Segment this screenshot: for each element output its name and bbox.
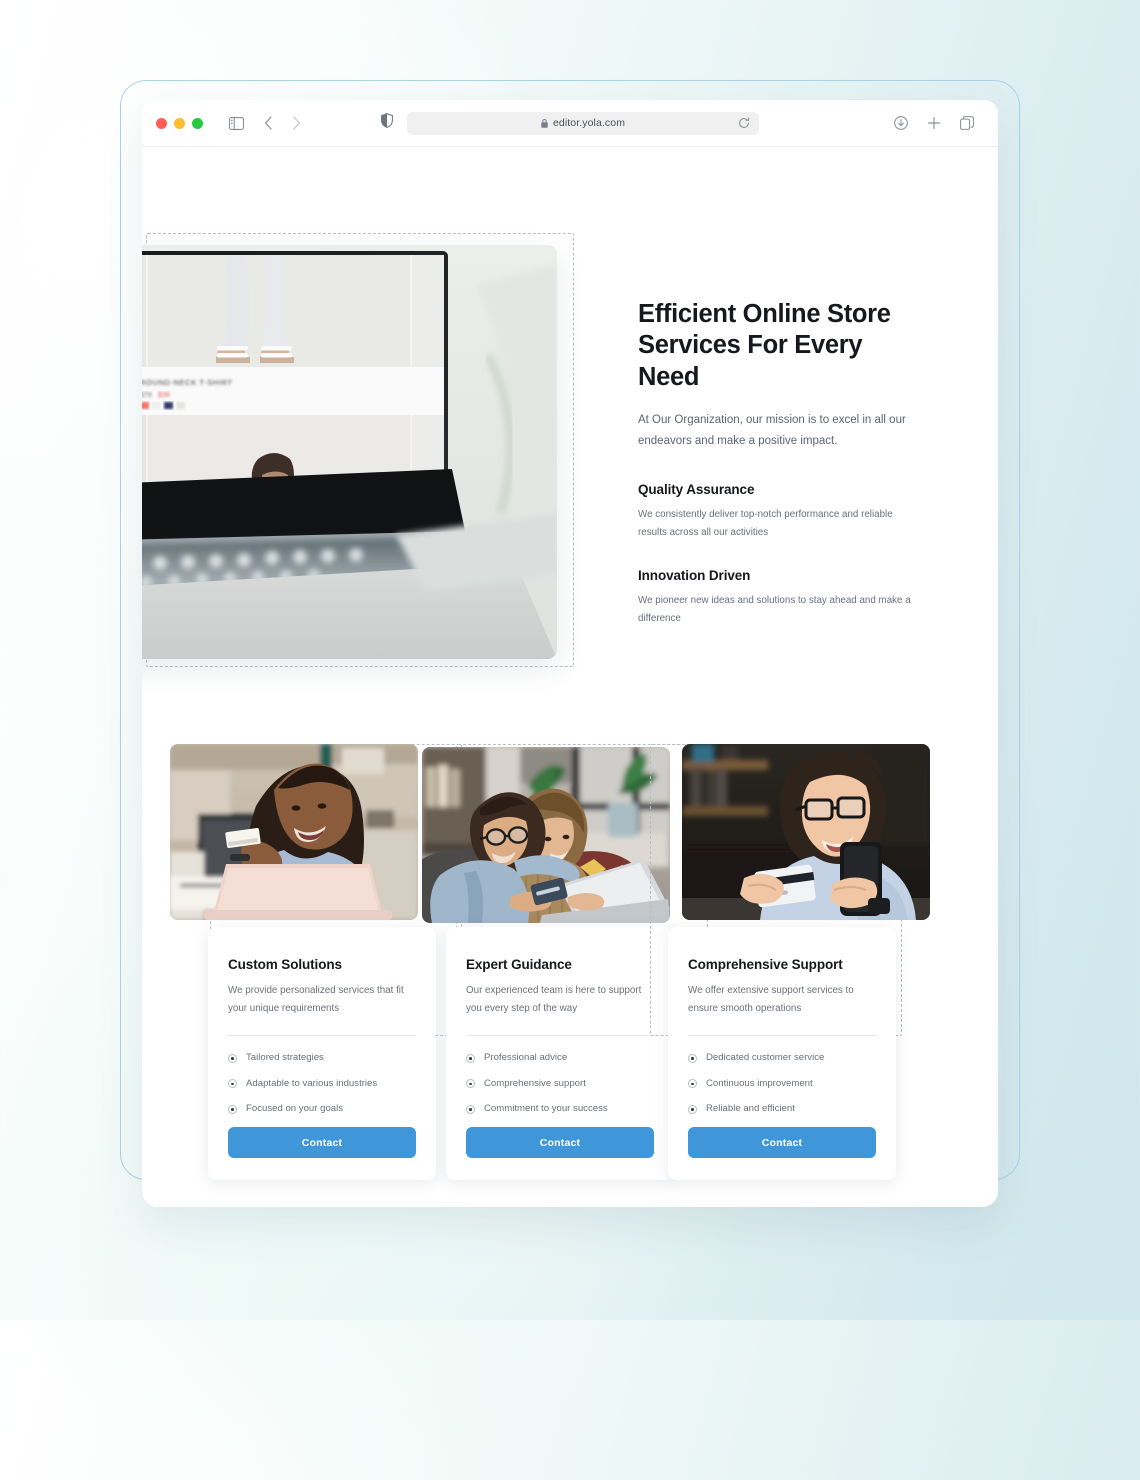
svg-text:$39: $39 (158, 392, 170, 399)
toolbar-actions (890, 112, 978, 134)
card-description: We offer extensive support services to e… (688, 985, 854, 1015)
list-item-label: Adaptable to various industries (246, 1077, 378, 1089)
divider (466, 1035, 654, 1037)
card-title: Comprehensive Support (688, 957, 843, 972)
feature-quality-assurance: Quality Assurance We consistently delive… (638, 482, 928, 542)
hero-image[interactable]: ROUND-NECK T-SHIRT $79 $39 (142, 245, 557, 659)
hero-title-line-2: Services For Every Need (638, 331, 863, 391)
card-expert-guidance: Expert Guidance Our experienced team is … (416, 744, 708, 1184)
address-bar[interactable]: editor.yola.com (407, 111, 759, 135)
contact-button[interactable]: Contact (466, 1127, 654, 1159)
plus-icon[interactable] (923, 112, 945, 134)
card-body: Custom Solutions We provide personalized… (208, 927, 436, 1181)
back-button[interactable] (257, 112, 279, 134)
contact-button[interactable]: Contact (228, 1127, 416, 1159)
tab-overview-icon[interactable] (956, 112, 978, 134)
bullet-icon (228, 1079, 237, 1089)
list-item-label: Commitment to your success (484, 1103, 608, 1114)
bullet-icon (688, 1104, 697, 1114)
list-item: Commitment to your success (466, 1102, 654, 1116)
browser-toolbar: editor.yola.com (142, 100, 998, 147)
list-item: Comprehensive support (466, 1077, 654, 1091)
list-item-label: Professional advice (484, 1052, 568, 1064)
list-item: Reliable and efficient (688, 1102, 876, 1116)
bullet-icon (688, 1079, 697, 1089)
card-feature-list: Tailored strategies Adaptable to various… (228, 1051, 416, 1116)
list-item-label: Tailored strategies (246, 1052, 324, 1064)
card-image[interactable] (422, 747, 670, 923)
contact-button[interactable]: Contact (688, 1127, 876, 1159)
card-description: We provide personalized services that fi… (228, 985, 404, 1015)
list-item: Tailored strategies (228, 1051, 416, 1065)
bullet-icon (466, 1053, 475, 1063)
page-canvas: ROUND-NECK T-SHIRT $79 $39 (142, 147, 998, 1207)
card-image[interactable] (682, 744, 930, 920)
card-body: Expert Guidance Our experienced team is … (446, 927, 674, 1181)
list-item-label: Continuous improvement (706, 1077, 813, 1089)
list-item: Adaptable to various industries (228, 1077, 416, 1091)
page-title: Efficient Online Store Services For Ever… (638, 299, 928, 393)
list-item: Continuous improvement (688, 1077, 876, 1091)
list-item: Dedicated customer service (688, 1051, 876, 1065)
url-text: editor.yola.com (552, 117, 626, 129)
download-icon[interactable] (890, 112, 912, 134)
list-item: Professional advice (466, 1051, 654, 1065)
list-item-label: Focused on your goals (246, 1103, 344, 1114)
card-feature-list: Professional advice Comprehensive suppor… (466, 1051, 654, 1116)
card-feature-list: Dedicated customer service Continuous im… (688, 1051, 876, 1116)
hero-subtitle: At Our Organization, our mission is to e… (638, 414, 906, 447)
list-item-label: Reliable and efficient (706, 1103, 795, 1114)
list-item: Focused on your goals (228, 1102, 416, 1116)
bullet-icon (688, 1053, 697, 1063)
bullet-icon (466, 1079, 475, 1089)
feature-body: We pioneer new ideas and solutions to st… (638, 595, 911, 625)
minimize-window-button[interactable] (174, 117, 185, 129)
hero-copy: Efficient Online Store Services For Ever… (638, 299, 928, 628)
card-custom-solutions: Custom Solutions We provide personalized… (170, 744, 462, 1184)
feature-body: We consistently deliver top-notch perfor… (638, 508, 893, 539)
card-title: Custom Solutions (228, 957, 342, 972)
maximize-window-button[interactable] (192, 117, 203, 129)
forward-button[interactable] (285, 112, 307, 134)
feature-title: Innovation Driven (638, 568, 751, 584)
svg-text:ROUND-NECK T-SHIRT: ROUND-NECK T-SHIRT (142, 378, 233, 387)
bullet-icon (228, 1104, 237, 1114)
list-item-label: Comprehensive support (484, 1077, 586, 1089)
svg-text:$79: $79 (142, 392, 152, 399)
divider (688, 1035, 876, 1037)
close-window-button[interactable] (156, 117, 167, 129)
card-comprehensive-support: Comprehensive Support We offer extensive… (650, 744, 930, 1184)
card-image[interactable] (170, 744, 418, 920)
lock-icon (541, 118, 548, 128)
bullet-icon (228, 1053, 237, 1063)
sidebar-icon[interactable] (225, 112, 247, 134)
list-item-label: Dedicated customer service (706, 1052, 825, 1064)
cards-section: Custom Solutions We provide personalized… (170, 744, 970, 1184)
shield-icon[interactable] (381, 113, 393, 133)
card-title: Expert Guidance (466, 957, 572, 972)
card-description: Our experienced team is here to support … (466, 985, 642, 1015)
hero-title-line-1: Efficient Online Store (638, 300, 891, 328)
window-controls (156, 117, 203, 129)
navigation-buttons (257, 112, 307, 134)
browser-window: editor.yola.com ROUND-NECK T-SHIRT 79 $3… (142, 100, 998, 1207)
reload-button[interactable] (738, 117, 750, 129)
feature-title: Quality Assurance (638, 481, 755, 497)
divider (228, 1035, 416, 1037)
card-body: Comprehensive Support We offer extensive… (668, 927, 896, 1181)
feature-innovation-driven: Innovation Driven We pioneer new ideas a… (638, 568, 928, 628)
bullet-icon (466, 1104, 475, 1114)
